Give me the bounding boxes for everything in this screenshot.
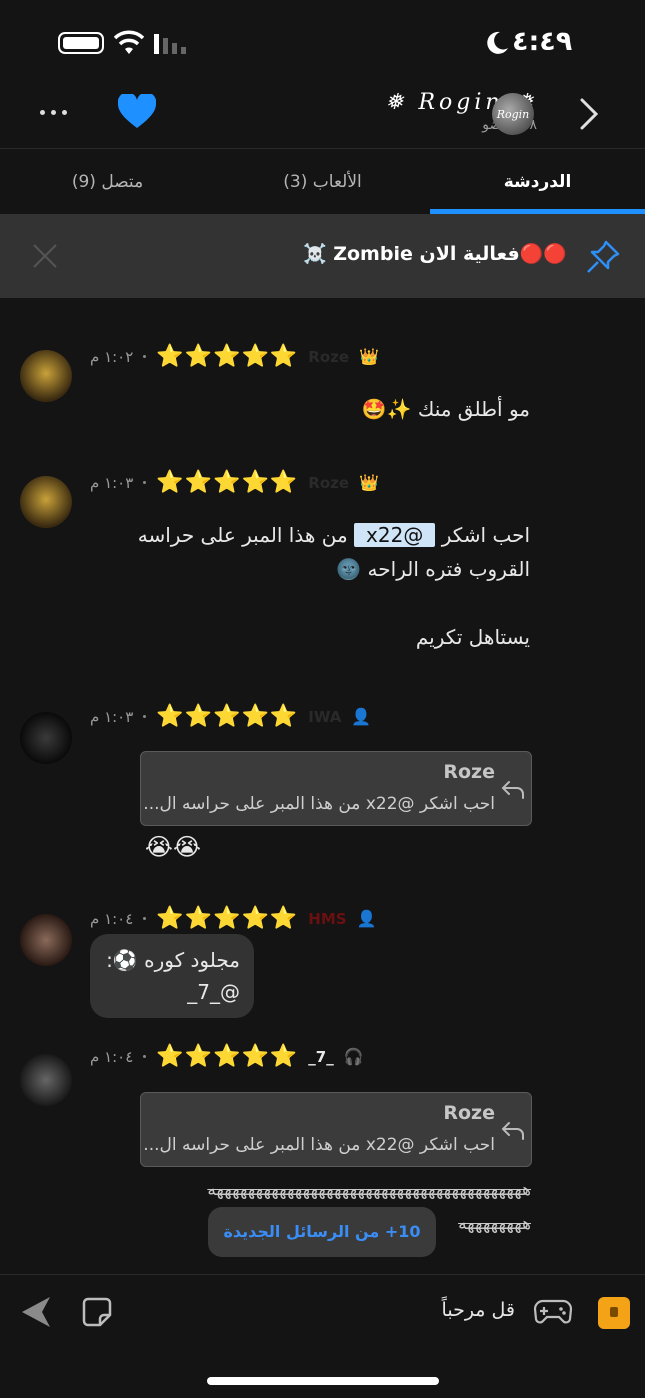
message-time: ١:٠٣ م [90, 707, 134, 726]
send-icon[interactable] [20, 1295, 52, 1329]
moon-icon [487, 31, 508, 54]
text-line: يستاهل تكريم [415, 625, 530, 649]
username[interactable]: _7_ [308, 1048, 333, 1066]
message-meta: ١:٠٢ م ⭐⭐⭐⭐⭐ Roze 👑 [90, 344, 379, 369]
pin-icon [587, 240, 620, 273]
avatar[interactable] [20, 1054, 72, 1106]
message-meta: ١:٠٣ م ⭐⭐⭐⭐⭐ Roze 👑 [90, 470, 379, 495]
reply-icon [501, 781, 524, 799]
crown-icon: 👑 [359, 473, 379, 492]
message-text: احب اشكر @x22 من هذا المبر على حراسه الق… [110, 518, 530, 654]
treasure-chest-icon[interactable] [598, 1297, 630, 1329]
message-meta: ١:٠٣ م ⭐⭐⭐⭐⭐ IWA 👤 [90, 704, 371, 729]
reply-quote[interactable]: Roze احب اشكر @x22 من هذا المبر على حراس… [140, 1092, 532, 1167]
stars-rating: ⭐⭐⭐⭐⭐ [156, 906, 299, 931]
group-avatar[interactable]: Rogin [492, 93, 534, 135]
close-icon[interactable] [30, 241, 60, 271]
reply-username: Roze [443, 761, 495, 783]
battery-icon [58, 32, 104, 54]
message-meta: ١:٠٤ م ⭐⭐⭐⭐⭐ HMS 👤 [90, 906, 376, 931]
message-text: مو أطلق منك ✨🤩 [361, 397, 530, 421]
avatar[interactable] [20, 914, 72, 966]
reply-text: احب اشكر @x22 من هذا المبر على حراسه ال.… [143, 1135, 495, 1155]
message-time: ١:٠٤ م [90, 1047, 134, 1066]
user-icon: 👤 [351, 707, 372, 726]
username[interactable]: HMS [308, 910, 346, 928]
text-line: القروب فتره الراحه 🌚 [336, 557, 530, 581]
message-text: 😭😭 [144, 833, 201, 861]
message-time: ١:٠٣ م [90, 473, 134, 492]
headphones-icon: 🎧 [343, 1047, 364, 1066]
tab-chat[interactable]: الدردشة [430, 149, 645, 214]
user-icon: 👤 [356, 909, 377, 928]
input-bar: قل مرحباً [0, 1274, 645, 1398]
reply-username: Roze [443, 1102, 495, 1124]
username[interactable]: Roze [308, 474, 349, 492]
message-time: ١:٠٤ م [90, 909, 134, 928]
stars-rating: ⭐⭐⭐⭐⭐ [156, 470, 299, 495]
reply-icon [501, 1122, 524, 1140]
reply-quote[interactable]: Roze احب اشكر @x22 من هذا المبر على حراس… [140, 751, 532, 826]
status-bar: ٤:٤٩ [0, 0, 645, 80]
message-meta: ١:٠٤ م ⭐⭐⭐⭐⭐ _7_ 🎧 [90, 1044, 364, 1069]
avatar[interactable] [20, 476, 72, 528]
new-messages-button[interactable]: 10+ من الرسائل الجديدة [208, 1207, 436, 1257]
tab-online[interactable]: متصل (9) [0, 149, 215, 214]
pinned-banner[interactable]: 🔴🔴فعالية الان Zombie ☠️ [0, 214, 645, 298]
stars-rating: ⭐⭐⭐⭐⭐ [156, 1044, 299, 1069]
wifi-icon [114, 30, 144, 54]
tab-games[interactable]: الألعاب (3) [215, 149, 430, 214]
text-part: من هذا المبر على حراسه [137, 523, 348, 547]
heart-icon[interactable] [118, 94, 156, 130]
gamepad-icon[interactable] [533, 1297, 573, 1327]
text-line: مجلود كوره ⚽: [106, 948, 240, 972]
sticker-icon[interactable] [82, 1297, 112, 1327]
message-text: ههههههههه [458, 1214, 531, 1234]
signal-icon [154, 34, 186, 54]
more-options-icon[interactable] [40, 100, 76, 124]
chevron-right-icon[interactable] [576, 96, 602, 132]
text-part: احب اشكر [441, 523, 530, 547]
tab-bar: الدردشة الألعاب (3) متصل (9) [0, 148, 645, 214]
avatar[interactable] [20, 350, 72, 402]
mention-link[interactable]: @x22 [354, 523, 436, 547]
username[interactable]: IWA [308, 708, 341, 726]
chat-header: ❅ Rogin ❅ ٤٧٨ عضو Rogin [0, 80, 645, 148]
message-text: هههههههههههههههههههههههههههههههههههههههه… [207, 1180, 531, 1200]
home-indicator [207, 1377, 439, 1385]
stars-rating: ⭐⭐⭐⭐⭐ [156, 704, 299, 729]
username[interactable]: Roze [308, 348, 349, 366]
message-bubble: مجلود كوره ⚽: @_7_ [90, 934, 254, 1018]
avatar[interactable] [20, 712, 72, 764]
message-time: ١:٠٢ م [90, 347, 134, 366]
stars-rating: ⭐⭐⭐⭐⭐ [156, 344, 299, 369]
crown-icon: 👑 [359, 347, 379, 366]
mention-link[interactable]: @_7_ [104, 976, 240, 1008]
pinned-text: 🔴🔴فعالية الان Zombie ☠️ [302, 243, 567, 265]
clock: ٤:٤٩ [512, 26, 573, 57]
message-input[interactable]: قل مرحباً [442, 1299, 515, 1321]
reply-text: احب اشكر @x22 من هذا المبر على حراسه ال.… [143, 794, 495, 814]
